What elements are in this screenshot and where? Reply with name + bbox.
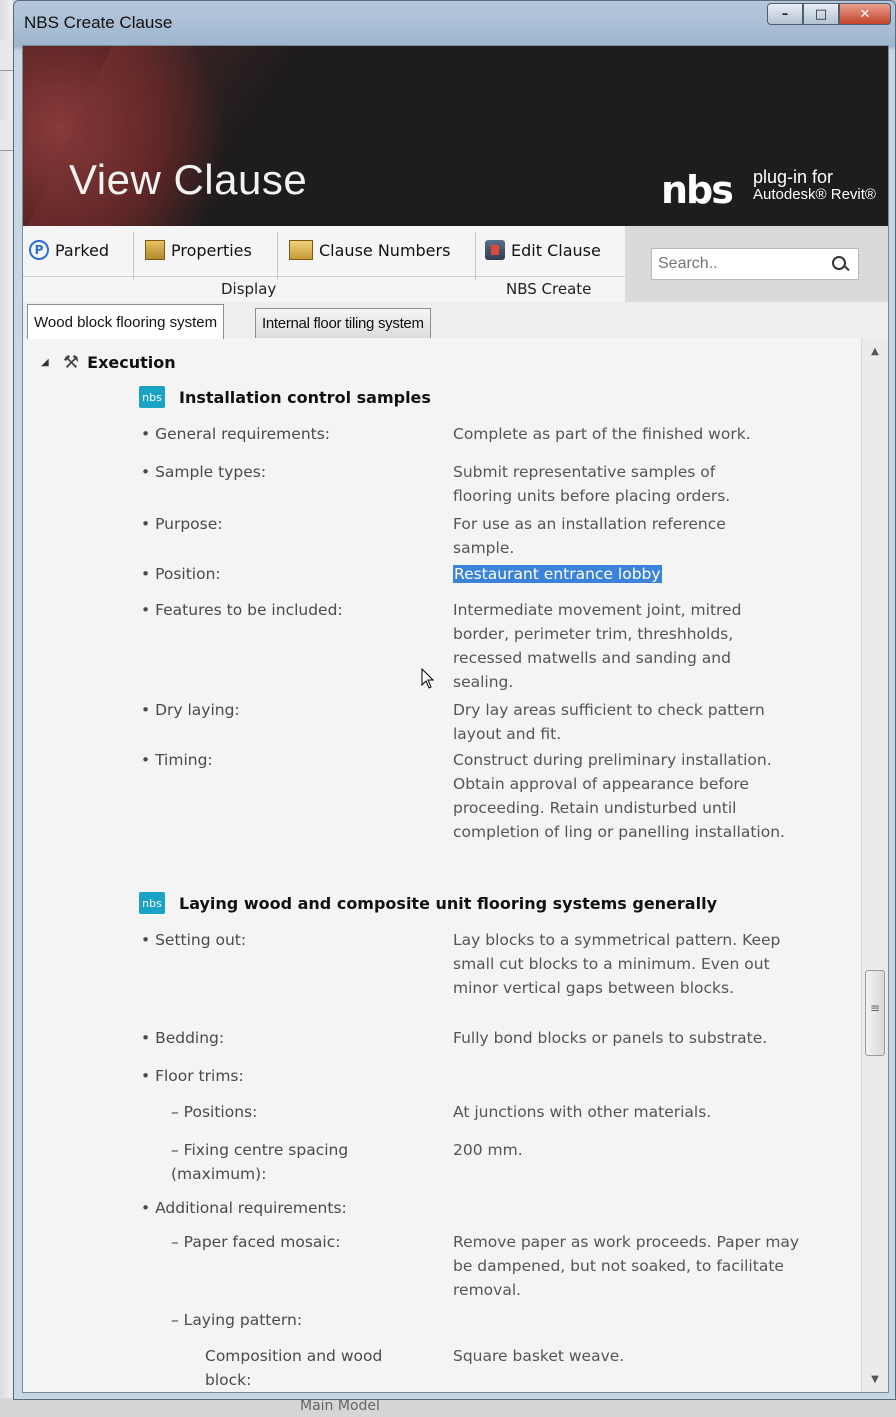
clause-title: Laying wood and composite unit flooring … <box>179 893 717 913</box>
edit-clause-icon <box>485 240 505 260</box>
group-divider <box>476 276 625 277</box>
item-label: • Purpose: <box>141 515 223 533</box>
display-group-label: Display <box>221 280 277 298</box>
parked-label: Parked <box>55 240 110 260</box>
edit-clause-button[interactable]: Edit Clause <box>485 234 601 266</box>
background-status-bar: Main Model <box>0 1398 896 1417</box>
item-value: Submit representative samples of floorin… <box>453 463 731 505</box>
section-header[interactable]: ◢ ⚒ Execution <box>41 352 176 373</box>
maximize-button[interactable]: □ <box>803 3 839 25</box>
nbs-create-clause-window: NBS Create Clause – □ ✕ View Clause nbs … <box>13 0 896 1400</box>
item-label: • General requirements: <box>141 425 331 443</box>
scrollbar-thumb[interactable] <box>865 970 885 1056</box>
clause-numbers-button[interactable]: Clause Numbers <box>289 234 450 266</box>
properties-button[interactable]: Properties <box>145 234 252 266</box>
item-value: Square basket weave. <box>453 1347 625 1365</box>
item-value: Intermediate movement joint, mitred bord… <box>453 601 742 691</box>
clause-header: nbs Installation control samples <box>139 386 431 408</box>
item-label: • Floor trims: <box>141 1067 244 1085</box>
clause-numbers-label: Clause Numbers <box>319 240 451 260</box>
toolbar-divider <box>475 232 476 280</box>
client-area: View Clause nbs plug-in for Autodesk® Re… <box>22 45 889 1393</box>
item-label: • Features to be included: <box>141 601 343 619</box>
scroll-down-arrow-icon[interactable]: ▼ <box>862 1370 888 1390</box>
selected-text: Restaurant entrance lobby <box>453 565 662 583</box>
background-status-text: Main Model <box>300 1398 380 1414</box>
item-value: Complete as part of the finished work. <box>453 425 751 443</box>
page-title: View Clause <box>69 156 308 203</box>
item-value: Remove paper as work proceeds. Paper may… <box>453 1233 800 1299</box>
item-label: Composition and wood block: <box>205 1347 383 1389</box>
vertical-scrollbar[interactable]: ▲ ▼ <box>861 338 888 1392</box>
item-label: • Sample types: <box>141 463 267 481</box>
tab-internal-floor-tiling[interactable]: Internal floor tiling system <box>255 308 431 338</box>
close-button[interactable]: ✕ <box>839 3 891 25</box>
item-label: • Bedding: <box>141 1029 225 1047</box>
search-input[interactable] <box>652 254 830 274</box>
scroll-up-arrow-icon[interactable]: ▲ <box>862 342 888 362</box>
group-divider <box>23 276 475 277</box>
tab-wood-block-flooring[interactable]: Wood block flooring system <box>27 304 225 339</box>
properties-label: Properties <box>171 240 252 260</box>
item-label: • Dry laying: <box>141 701 240 719</box>
nbs-create-group-label: NBS Create <box>506 280 592 298</box>
item-label: • Timing: <box>141 751 213 769</box>
ribbon-toolbar: P Parked Properties Clause Numbers Edit … <box>23 226 888 303</box>
collapse-triangle-icon[interactable]: ◢ <box>41 357 55 368</box>
item-value: At junctions with other materials. <box>453 1103 712 1121</box>
minimize-button[interactable]: – <box>767 3 803 25</box>
item-label: – Fixing centre spacing (maximum): <box>171 1141 349 1183</box>
clause-content: ◢ ⚒ Execution nbs Installation control s… <box>23 338 888 1392</box>
search-icon[interactable] <box>830 254 850 274</box>
parked-button[interactable]: P Parked <box>29 234 109 266</box>
toolbar-divider <box>133 232 134 280</box>
nbs-badge-icon: nbs <box>139 892 165 914</box>
parked-icon: P <box>29 240 49 260</box>
mouse-pointer-icon <box>421 668 435 689</box>
tab-bar: Wood block flooring system Internal floo… <box>23 302 888 339</box>
item-value-selected[interactable]: Restaurant entrance lobby <box>453 562 823 586</box>
search-panel <box>625 226 888 302</box>
clause-header: nbs Laying wood and composite unit floor… <box>139 892 717 914</box>
tools-icon: ⚒ <box>63 352 80 373</box>
background-panel-edge <box>0 40 14 71</box>
window-title: NBS Create Clause <box>24 13 173 32</box>
item-label: • Position: <box>141 565 221 583</box>
clause-numbers-icon <box>289 240 313 260</box>
item-label: • Setting out: <box>141 931 247 949</box>
item-value: 200 mm. <box>453 1141 523 1159</box>
clause-title: Installation control samples <box>179 387 431 407</box>
item-value: Construct during preliminary installatio… <box>453 751 785 841</box>
item-value: Fully bond blocks or panels to substrate… <box>453 1029 768 1047</box>
properties-icon <box>145 240 165 260</box>
item-value: Dry lay areas sufficient to check patter… <box>453 701 765 743</box>
plugin-label: plug-in for Autodesk® Revit® <box>753 168 876 203</box>
section-title: Execution <box>87 353 176 372</box>
header-banner: View Clause nbs plug-in for Autodesk® Re… <box>23 46 888 226</box>
window-controls: – □ ✕ <box>767 3 891 25</box>
nbs-badge-icon: nbs <box>139 386 165 408</box>
plugin-line-1: plug-in for <box>753 167 834 187</box>
item-value: Lay blocks to a symmetrical pattern. Kee… <box>453 931 781 997</box>
item-label: – Laying pattern: <box>171 1311 303 1329</box>
item-label: • Additional requirements: <box>141 1199 347 1217</box>
edit-clause-label: Edit Clause <box>511 240 601 260</box>
nbs-logo: nbs <box>661 168 734 212</box>
background-panel-edge <box>0 120 14 151</box>
item-value: For use as an installation reference sam… <box>453 515 726 557</box>
title-bar[interactable]: NBS Create Clause – □ ✕ <box>14 1 895 45</box>
item-label: – Positions: <box>171 1103 258 1121</box>
item-label: – Paper faced mosaic: <box>171 1233 341 1251</box>
search-box <box>651 248 859 280</box>
plugin-line-2: Autodesk® Revit® <box>753 186 876 203</box>
toolbar-divider <box>277 232 278 280</box>
